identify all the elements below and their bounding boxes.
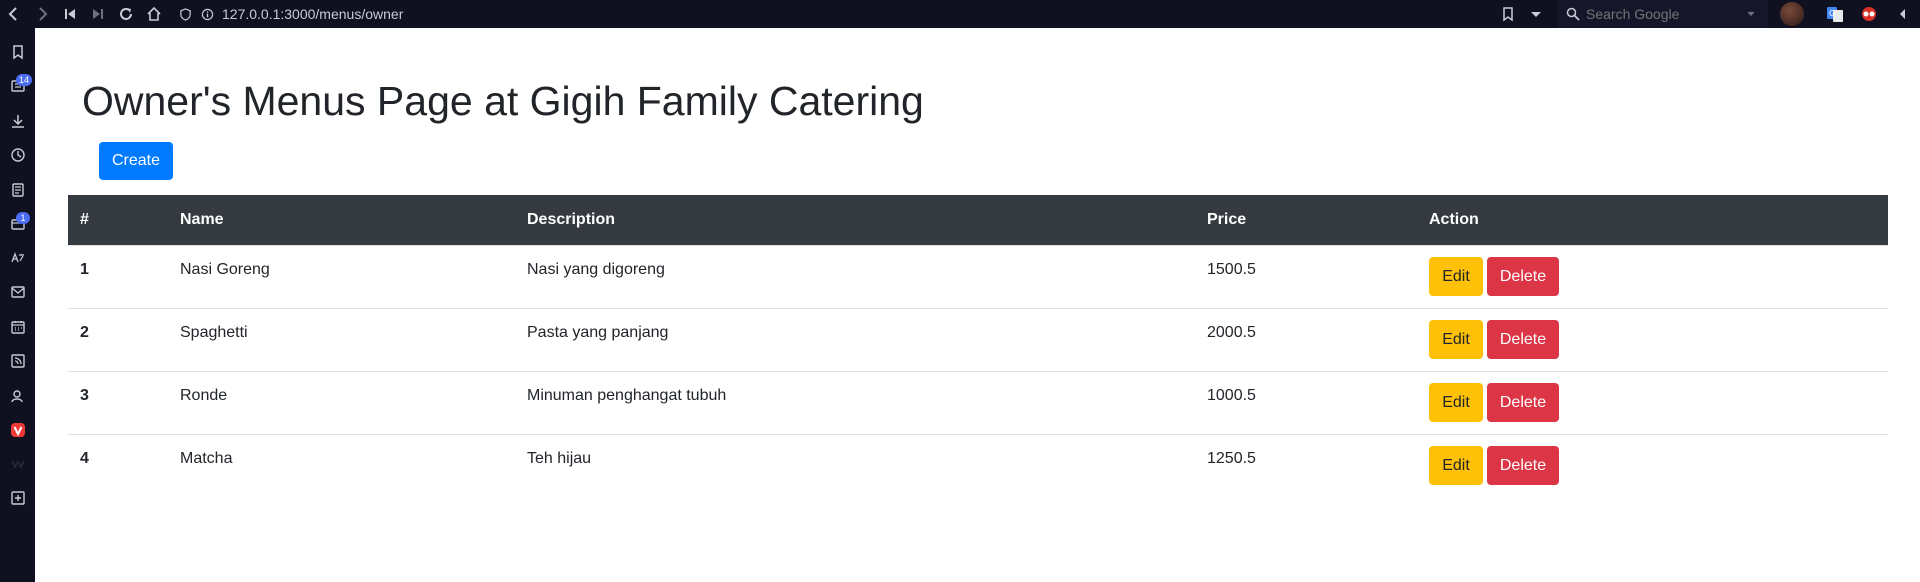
translate-panel-icon[interactable] xyxy=(0,244,35,272)
add-panel-icon[interactable] xyxy=(0,484,35,512)
panel-toggle-icon[interactable] xyxy=(1892,3,1914,25)
row-index: 3 xyxy=(80,386,89,404)
header-price: Price xyxy=(1207,210,1247,228)
feed-icon[interactable] xyxy=(0,347,35,375)
row-price: 1250.5 xyxy=(1207,449,1256,467)
web-panel-icon[interactable] xyxy=(0,450,35,478)
page-title: Owner's Menus Page at Gigih Family Cater… xyxy=(82,78,924,124)
row-index: 4 xyxy=(80,449,89,467)
search-engine-chevron-icon[interactable] xyxy=(1746,9,1756,19)
table-header-row: # Name Description Price Action xyxy=(68,195,1888,245)
row-description: Nasi yang digoreng xyxy=(527,260,665,278)
downloads-icon[interactable] xyxy=(0,107,35,135)
extension-icon[interactable] xyxy=(1858,3,1880,25)
row-price: 2000.5 xyxy=(1207,323,1256,341)
header-index: # xyxy=(80,210,89,228)
history-icon[interactable] xyxy=(0,141,35,169)
calendar-icon[interactable] xyxy=(0,313,35,341)
edit-button[interactable]: Edit xyxy=(1429,257,1483,296)
browser-toolbar: 127.0.0.1:3000/menus/owner G xyxy=(0,0,1920,28)
bookmark-icon[interactable] xyxy=(1494,0,1522,28)
avatar[interactable] xyxy=(1780,2,1804,26)
row-description: Pasta yang panjang xyxy=(527,323,669,341)
header-name: Name xyxy=(180,210,224,228)
delete-button[interactable]: Delete xyxy=(1487,383,1559,422)
svg-text:G: G xyxy=(1829,9,1835,18)
row-name: Matcha xyxy=(180,449,233,467)
mail-icon[interactable] xyxy=(0,278,35,306)
mail-badge: 1 xyxy=(16,212,30,224)
mail-panel-icon[interactable]: 1 xyxy=(0,210,35,238)
search-input[interactable] xyxy=(1586,6,1746,22)
reading-list-icon[interactable]: 14 xyxy=(0,72,35,100)
back-icon[interactable] xyxy=(0,0,28,28)
edit-button[interactable]: Edit xyxy=(1429,320,1483,359)
vivaldi-icon[interactable] xyxy=(0,416,35,444)
row-name: Ronde xyxy=(180,386,228,404)
url-text[interactable]: 127.0.0.1:3000/menus/owner xyxy=(222,6,403,22)
address-bar[interactable]: 127.0.0.1:3000/menus/owner xyxy=(168,0,1494,28)
fast-forward-icon[interactable] xyxy=(84,0,112,28)
search-field[interactable] xyxy=(1558,0,1768,28)
row-description: Teh hijau xyxy=(527,449,592,467)
page-content: Owner's Menus Page at Gigih Family Cater… xyxy=(35,28,1920,582)
row-index: 1 xyxy=(80,260,89,278)
row-description: Minuman penghangat tubuh xyxy=(527,386,727,404)
table-row: 1 Nasi Goreng Nasi yang digoreng 1500.5 … xyxy=(68,244,1888,308)
chevron-down-icon[interactable] xyxy=(1522,0,1550,28)
reload-icon[interactable] xyxy=(112,0,140,28)
row-name: Spaghetti xyxy=(180,323,248,341)
forward-icon[interactable] xyxy=(28,0,56,28)
rewind-icon[interactable] xyxy=(56,0,84,28)
delete-button[interactable]: Delete xyxy=(1487,446,1559,486)
shield-icon[interactable] xyxy=(174,0,196,28)
delete-button[interactable]: Delete xyxy=(1487,257,1559,296)
home-icon[interactable] xyxy=(140,0,168,28)
row-name: Nasi Goreng xyxy=(180,260,270,278)
notes-icon[interactable] xyxy=(0,176,35,204)
contacts-icon[interactable] xyxy=(0,382,35,410)
delete-button[interactable]: Delete xyxy=(1487,320,1559,359)
create-button[interactable]: Create xyxy=(99,142,173,180)
row-price: 1000.5 xyxy=(1207,386,1256,404)
edit-button[interactable]: Edit xyxy=(1429,383,1483,422)
table-row: 4 Matcha Teh hijau 1250.5 Edit Delete xyxy=(68,433,1888,497)
browser-sidebar: 14 1 xyxy=(0,28,35,582)
bookmarks-icon[interactable] xyxy=(0,38,35,66)
row-price: 1500.5 xyxy=(1207,260,1256,278)
header-description: Description xyxy=(527,210,616,228)
table-row: 2 Spaghetti Pasta yang panjang 2000.5 Ed… xyxy=(68,307,1888,371)
search-icon xyxy=(1566,7,1580,21)
edit-button[interactable]: Edit xyxy=(1429,446,1483,486)
translate-icon[interactable]: G xyxy=(1824,3,1846,25)
menus-table: # Name Description Price Action 1 Nasi G… xyxy=(68,195,1888,497)
table-row: 3 Ronde Minuman penghangat tubuh 1000.5 … xyxy=(68,370,1888,434)
reading-list-badge: 14 xyxy=(16,74,33,86)
header-action: Action xyxy=(1429,210,1479,228)
info-icon[interactable] xyxy=(196,0,218,28)
row-index: 2 xyxy=(80,323,89,341)
